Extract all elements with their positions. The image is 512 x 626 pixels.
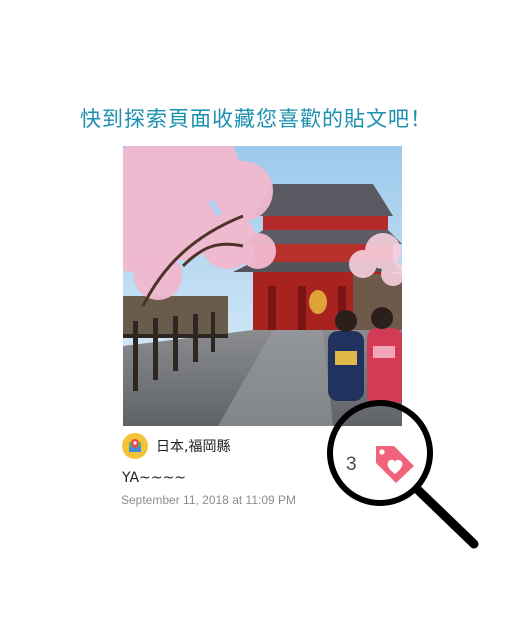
explore-headline: 快到探索頁面收藏您喜歡的貼文吧！ [80, 107, 432, 131]
post-photo[interactable] [123, 146, 402, 426]
post-timestamp: September 11, 2018 at 11:09 PM [121, 493, 297, 507]
temple-photo-image [123, 146, 402, 426]
heart-tag-icon[interactable] [372, 444, 416, 484]
post-caption: YA~~~~ [122, 470, 186, 486]
location-name: 日本,福岡縣 [156, 439, 231, 455]
location-pin-icon [122, 433, 148, 459]
like-count: 3 [346, 454, 357, 475]
location-row[interactable]: 日本,福岡縣 [122, 433, 230, 459]
